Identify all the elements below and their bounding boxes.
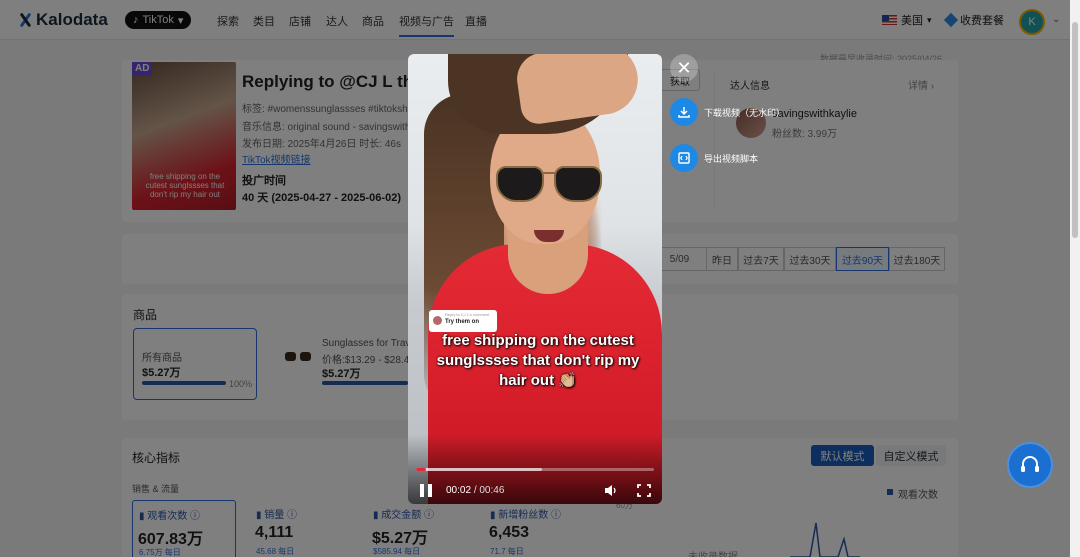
download-icon xyxy=(670,98,698,126)
reply-text: Try them on xyxy=(445,319,480,325)
current-time: 00:02 xyxy=(446,485,472,496)
video-frame-sunglasses xyxy=(496,166,606,206)
reply-label: Reply to CJ L's comment xyxy=(445,312,490,317)
script-icon xyxy=(670,144,698,172)
progress-played xyxy=(416,468,427,471)
download-video-button[interactable]: 下载视频（无水印） xyxy=(670,98,785,126)
progress-buffered xyxy=(416,468,543,471)
video-player[interactable]: Reply to CJ L's comment Try them on free… xyxy=(408,54,662,504)
video-frame-hand xyxy=(513,54,643,127)
page-scrollbar-thumb[interactable] xyxy=(1072,22,1078,238)
duration: 00:46 xyxy=(479,485,505,496)
volume-icon[interactable] xyxy=(604,484,618,497)
video-progress-bar[interactable] xyxy=(416,468,654,471)
export-script-label: 导出视频脚本 xyxy=(704,153,759,164)
fullscreen-icon[interactable] xyxy=(637,484,651,497)
customer-support-button[interactable] xyxy=(1007,442,1053,488)
download-label: 下载视频（无水印） xyxy=(704,107,786,118)
time-display: 00:02 / 00:46 xyxy=(446,485,505,496)
comment-reply-sticker: Reply to CJ L's comment Try them on xyxy=(429,310,497,332)
headset-icon xyxy=(1021,456,1039,472)
close-icon[interactable]: ✕ xyxy=(670,54,698,82)
video-caption: free shipping on the cutest sunglssses t… xyxy=(436,332,640,389)
pause-icon[interactable] xyxy=(420,484,432,497)
export-script-button[interactable]: 导出视频脚本 xyxy=(670,144,758,172)
